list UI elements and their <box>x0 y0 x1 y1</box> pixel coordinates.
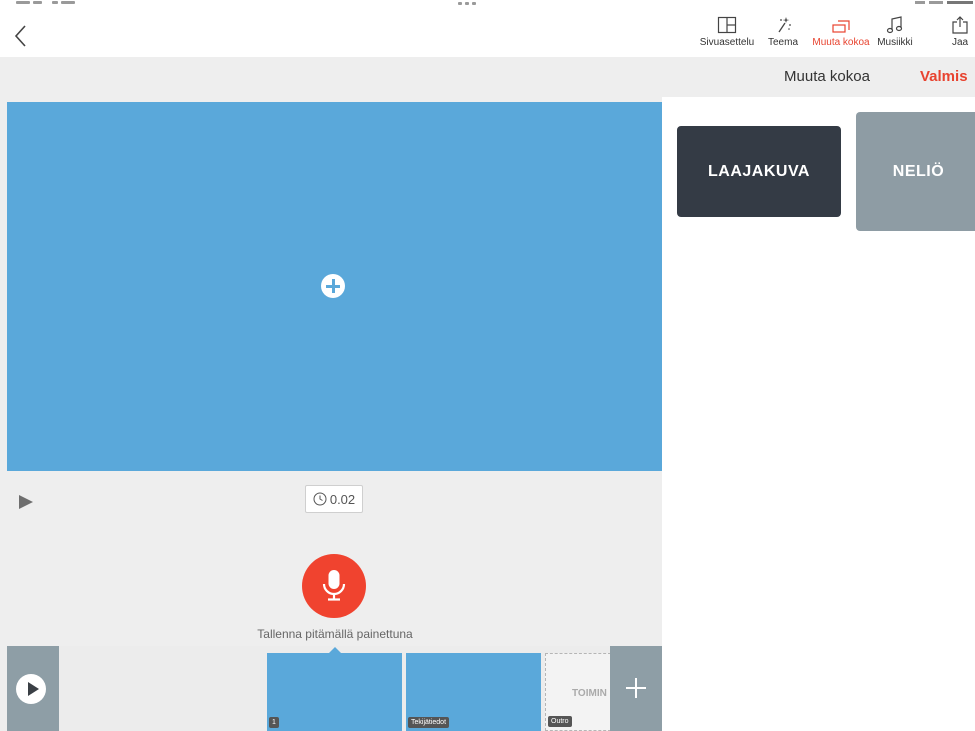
done-button[interactable]: Valmis <box>920 57 968 97</box>
timeline-slide-1[interactable]: 1 <box>267 653 402 731</box>
layout-label: Sivuasettelu <box>699 37 755 48</box>
chevron-left-icon <box>14 25 26 47</box>
microphone-icon <box>322 570 346 601</box>
play-icon <box>19 495 33 509</box>
share-label: Jaa <box>951 37 969 48</box>
layout-icon <box>717 16 737 34</box>
share-icon <box>952 16 968 34</box>
clock-icon <box>313 492 327 506</box>
music-label: Musiikki <box>877 37 913 48</box>
resize-label: Muuta kokoa <box>812 37 870 48</box>
timeline-play-button[interactable] <box>7 646 59 731</box>
record-button[interactable] <box>302 554 366 618</box>
slide-tag: Tekijätiedot <box>408 717 450 728</box>
preview-play-button[interactable] <box>17 493 35 511</box>
theme-label: Teema <box>767 37 798 48</box>
timeline: 1 Tekijätiedot TOIMIN Outro <box>7 646 662 731</box>
slide-canvas[interactable] <box>7 102 662 471</box>
play-circle-icon <box>16 674 46 704</box>
resize-button[interactable]: Muuta kokoa <box>812 16 870 48</box>
magic-wand-icon <box>778 17 791 33</box>
music-button[interactable]: Musiikki <box>874 16 916 48</box>
back-button[interactable] <box>10 22 34 50</box>
widescreen-option[interactable]: LAAJAKUVA <box>677 126 841 217</box>
status-bar-battery <box>915 0 975 6</box>
square-option[interactable]: NELIÖ <box>856 112 975 231</box>
theme-button[interactable]: Teema <box>763 16 803 48</box>
outro-placeholder-text: TOIMIN <box>572 688 607 699</box>
status-bar-time <box>16 0 86 6</box>
resize-panel: Muuta kokoa Valmis LAAJAKUVA NELIÖ <box>662 57 975 731</box>
top-bar: Sivuasettelu Teema Muuta kokoa Musiikki … <box>0 0 975 57</box>
editor-pane: 0.02 Tallenna pitämällä painettuna 1 Tek… <box>0 57 662 731</box>
slide-tag: Outro <box>548 716 572 727</box>
square-label: NELIÖ <box>892 162 945 180</box>
add-slide-button[interactable] <box>610 646 662 731</box>
panel-header: Muuta kokoa Valmis <box>662 57 975 97</box>
resize-icon <box>832 20 850 33</box>
widescreen-label: LAAJAKUVA <box>708 162 810 180</box>
slide-duration[interactable]: 0.02 <box>305 485 363 513</box>
share-button[interactable]: Jaa <box>948 16 972 48</box>
timeline-slide-outro[interactable]: TOIMIN Outro <box>545 653 611 731</box>
record-hint: Tallenna pitämällä painettuna <box>257 627 413 641</box>
music-note-icon <box>886 16 903 34</box>
timeline-slide-credits[interactable]: Tekijätiedot <box>406 653 541 731</box>
slide-tag: 1 <box>269 717 279 728</box>
status-bar-dots <box>458 2 480 5</box>
duration-value: 0.02 <box>329 491 356 507</box>
layout-button[interactable]: Sivuasettelu <box>695 16 759 48</box>
add-media-button[interactable] <box>321 274 345 298</box>
